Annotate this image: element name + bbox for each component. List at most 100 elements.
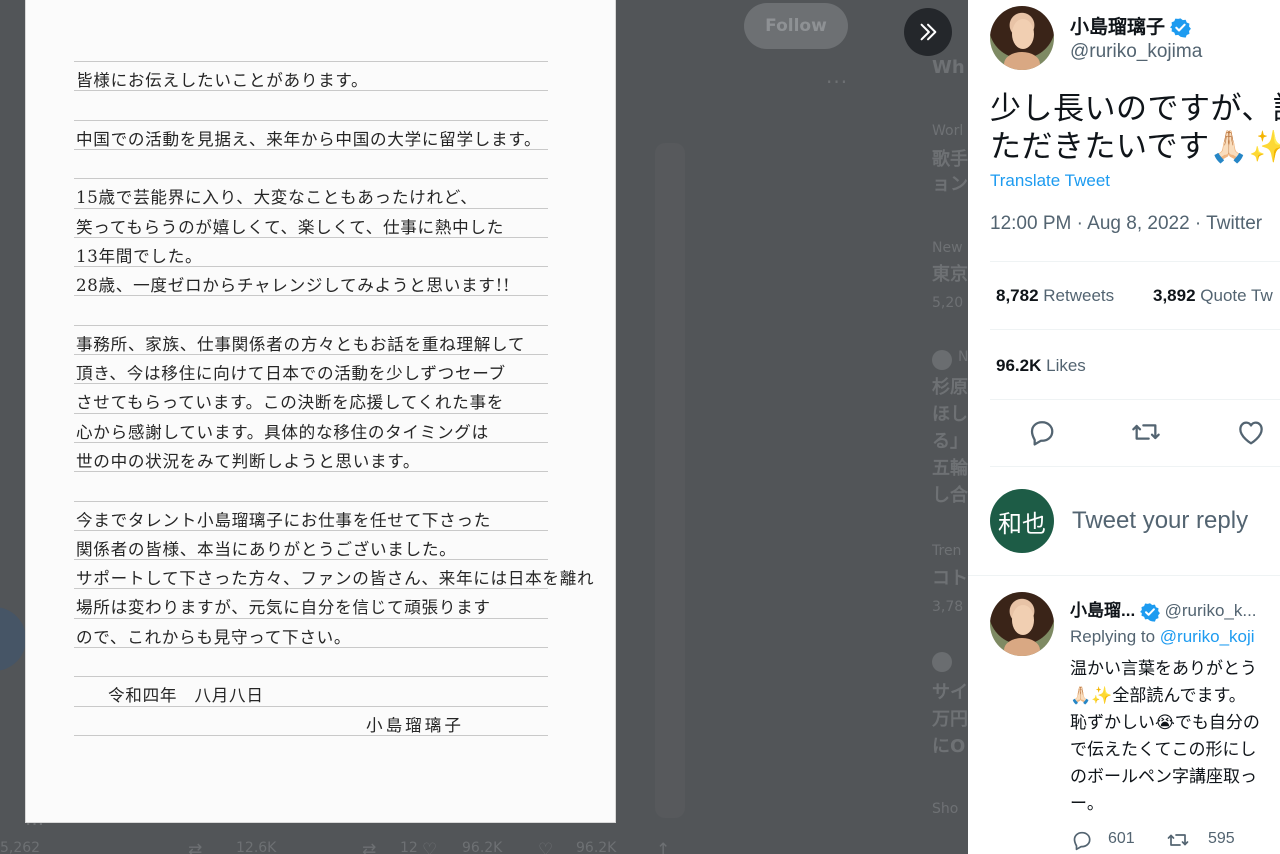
letter-line: 心から感謝しています。具体的な移住のタイミングは xyxy=(76,422,489,442)
ruled-line xyxy=(74,61,548,62)
bg-retweet-count: 12.6K xyxy=(236,840,277,854)
bg-trend-text: 3,78 xyxy=(932,599,964,615)
bg-trend-text: Worl xyxy=(932,123,964,139)
author-handle[interactable]: @ruriko_kojima xyxy=(1070,41,1202,63)
bg-trend-text: 5,20 xyxy=(932,295,964,311)
letter-image: 皆様にお伝えしたいことがあります。 中国での活動を見据え、来年から中国の大学に留学… xyxy=(26,0,615,822)
likes-label: Likes xyxy=(1046,356,1086,375)
author-name-text: 小島瑠璃子 xyxy=(1070,17,1166,38)
bg-follow-button[interactable]: Follow xyxy=(744,3,848,49)
divider xyxy=(990,466,1280,467)
bg-like-count-2: 96.2K xyxy=(576,840,617,854)
like-icon[interactable] xyxy=(1235,416,1267,448)
next-image-button[interactable] xyxy=(904,8,952,56)
ruled-line xyxy=(74,324,548,326)
bg-retweet-icon[interactable]: ⇄ xyxy=(188,840,202,854)
tweet-text-line: ただきたいです🙏🏻✨ xyxy=(990,129,1280,165)
bg-share-icon[interactable]: ↑ xyxy=(656,840,670,854)
reply-icon[interactable] xyxy=(1026,416,1058,448)
bg-trend-text: 歌手 xyxy=(932,149,968,170)
bg-trend-text: ョン xyxy=(932,174,968,195)
my-avatar[interactable]: 和也 xyxy=(990,489,1054,553)
reply-text-line: 温かい言葉をありがとう xyxy=(1070,659,1257,679)
reply-author-name[interactable]: 小島瑠... @ruriko_k... xyxy=(1070,596,1257,622)
bg-trend-text: Sho xyxy=(932,801,959,817)
bg-avatar xyxy=(0,607,26,671)
bg-trend-text: にO xyxy=(932,736,966,757)
bg-trend-text: 五輪 xyxy=(932,458,968,479)
translate-tweet-link[interactable]: Translate Tweet xyxy=(990,171,1110,191)
likes-stat[interactable]: 96.2K Likes xyxy=(996,356,1086,376)
reply-text: 温かい言葉をありがとう 🙏🏻✨全部読んでます。 恥ずかしい😭でも自分の で伝えたくてこ… xyxy=(1070,656,1260,818)
reply-text-line: のボールペン字講座取っ xyxy=(1070,767,1257,787)
bg-reply-count: 5,262 xyxy=(0,840,41,854)
letter-line: 世の中の状況をみて判断しようと思います。 xyxy=(76,451,421,471)
reply-retweet-count: 595 xyxy=(1208,830,1235,847)
reply-text-line: ー。 xyxy=(1070,794,1104,814)
divider xyxy=(968,575,1280,576)
bg-trend-text: Wh xyxy=(932,57,965,78)
bg-tweet-stats: 5,262 ⇄ 12.6K ⇄ 12 ♡ 96.2K ♡ 96.2K ↑ xyxy=(0,840,700,854)
bg-trend-text: 東京 xyxy=(932,264,968,285)
letter-line: 場所は変わりますが、元気に自分を信じて頑張ります xyxy=(76,598,491,618)
reply-retweet-icon[interactable] xyxy=(1166,828,1190,852)
replying-to: Replying to @ruriko_koji xyxy=(1070,627,1255,647)
bg-card xyxy=(655,143,685,818)
author-name[interactable]: 小島瑠璃子 xyxy=(1070,12,1192,39)
letter-line: 中国での活動を見据え、来年から中国の大学に留学します。 xyxy=(76,129,542,149)
replying-to-handle[interactable]: @ruriko_koji xyxy=(1160,627,1255,646)
reply-text-line: で伝えたくてこの形にし xyxy=(1070,740,1257,760)
letter-line: サポートして下さった方々、ファンの皆さん、来年には日本を離れ xyxy=(76,569,595,589)
letter-line: させてもらっています。この決断を応援してくれた事を xyxy=(76,393,505,413)
verified-badge-icon xyxy=(1139,602,1160,622)
quotes-count: 3,892 xyxy=(1153,286,1196,305)
bg-trend-text: る」 xyxy=(932,431,968,452)
letter-line: 28歳、一度ゼロからチャレンジしてみようと思います!! xyxy=(76,276,511,296)
reply-reply-icon[interactable] xyxy=(1070,828,1094,852)
letter-line: 15歳で芸能界に入り、大変なこともあったけれど、 xyxy=(76,188,478,208)
bg-retweet-icon-2[interactable]: ⇄ xyxy=(362,840,376,854)
retweet-icon[interactable] xyxy=(1130,416,1162,448)
tweet-text-line: 少し長いのですが、読 xyxy=(990,91,1280,127)
bg-trend-text: 万円 xyxy=(932,709,968,730)
letter-line: 関係者の皆様、本当にありがとうございました。 xyxy=(76,539,457,559)
reply-author-name-text: 小島瑠... xyxy=(1070,601,1136,620)
bg-heart-icon-2[interactable]: ♡ xyxy=(538,840,553,854)
bg-like-count: 96.2K xyxy=(462,840,503,854)
retweets-stat[interactable]: 8,782 Retweets xyxy=(996,286,1114,306)
ruled-line xyxy=(74,119,548,121)
bg-more-icon[interactable]: ··· xyxy=(826,70,848,94)
bg-trend-text: 杉原 xyxy=(932,377,968,398)
retweets-label: Retweets xyxy=(1043,286,1115,305)
letter-line: 13年間でした。 xyxy=(76,246,203,266)
verified-badge-icon xyxy=(1170,18,1192,39)
tweet-text: 少し長いのですが、読 ただきたいです🙏🏻✨ xyxy=(990,90,1280,166)
reply-author-avatar[interactable] xyxy=(990,592,1054,656)
reply-input[interactable]: Tweet your reply xyxy=(1072,507,1248,535)
bg-trend-text: ほし xyxy=(932,404,968,425)
quotes-stat[interactable]: 3,892 Quote Tw xyxy=(1153,286,1273,306)
replying-to-label: Replying to xyxy=(1070,627,1156,646)
reply-text-line: 🙏🏻✨全部読んでます。 xyxy=(1070,686,1246,706)
tweet-timestamp[interactable]: 12:00 PM · Aug 8, 2022 · Twitter xyxy=(990,213,1262,235)
author-avatar[interactable] xyxy=(990,6,1054,70)
likes-count: 96.2K xyxy=(996,356,1042,375)
bg-trend-text: Tren xyxy=(932,543,962,559)
reply-author-handle[interactable]: @ruriko_k... xyxy=(1165,601,1257,620)
letter-line: 今までタレント小島瑠璃子にお仕事を任せて下さった xyxy=(76,510,492,530)
ruled-line xyxy=(74,178,548,180)
bg-quote-count: 12 xyxy=(400,840,418,854)
bg-heart-icon[interactable]: ♡ xyxy=(422,840,437,854)
divider xyxy=(990,261,1280,262)
ruled-line xyxy=(74,676,548,678)
ruled-line xyxy=(74,500,548,502)
bg-trend-avatar xyxy=(932,652,952,672)
bg-trend-text: し合 xyxy=(932,485,968,506)
quotes-label: Quote Tw xyxy=(1200,286,1273,305)
letter-line: 笑ってもらうのが嬉しくて、楽しくて、仕事に熱中した xyxy=(76,217,505,237)
chevron-double-right-icon xyxy=(920,23,937,41)
reply-reply-count: 601 xyxy=(1108,830,1135,847)
divider xyxy=(990,329,1280,330)
letter-line: 小島瑠璃子 xyxy=(366,715,464,735)
letter-line: 事務所、家族、仕事関係者の方々ともお話を重ね理解して xyxy=(76,334,526,354)
